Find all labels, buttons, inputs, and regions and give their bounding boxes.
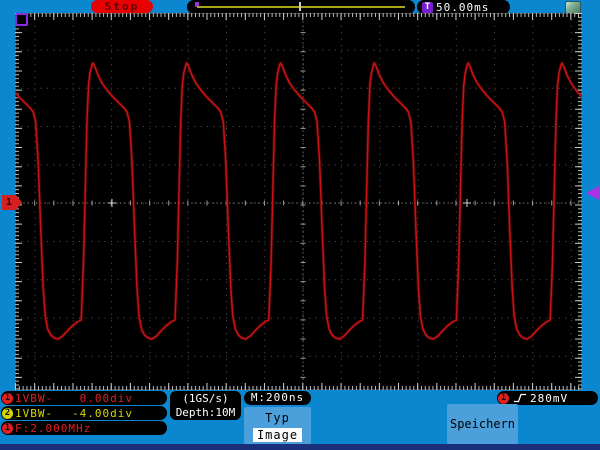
ch1-scale-label: 1VBW- [15, 391, 54, 405]
ch2-readout-row: 2 1VBW- -4.00div [1, 406, 167, 420]
trigger-level-value: 280mV [530, 391, 569, 405]
ch2-position-value: -4.00div [72, 406, 133, 420]
ch1-readout-row: 1 1VBW- 0.00div [1, 391, 167, 405]
trigger-source-badge: 1 [498, 392, 509, 404]
sample-rate-value: (1GS/s) [182, 392, 229, 405]
horizontal-offset-readout: T 50.00ms [417, 0, 510, 14]
trigger-horizontal-marker-icon [15, 13, 28, 26]
acquisition-readout: (1GS/s) Depth:10M [170, 391, 241, 420]
type-menu-button[interactable]: Typ Image [244, 407, 311, 444]
timebase-readout: M:200ns [244, 391, 311, 405]
run-state-badge: Stop [91, 0, 153, 13]
rising-edge-icon [514, 393, 526, 403]
ch2-scale-label: 1VBW- [15, 406, 54, 420]
type-menu-title: Typ [265, 411, 290, 425]
save-button[interactable]: Speichern [447, 404, 518, 444]
frequency-value: F:2.000MHz [15, 421, 92, 435]
waveform-plot [15, 13, 582, 390]
record-center-tick [299, 2, 301, 11]
ch2-badge: 2 [2, 407, 13, 419]
record-position-line [197, 6, 405, 8]
frequency-readout-row: 1 F:2.000MHz [1, 421, 167, 435]
type-menu-selected-value[interactable]: Image [252, 428, 303, 442]
bottom-edge-strip [0, 444, 600, 450]
graticule: 1 [2, 13, 599, 390]
trigger-t-icon: T [422, 1, 433, 13]
memory-depth-value: Depth:10M [175, 406, 236, 419]
trigger-readout: 1 280mV [497, 391, 598, 405]
ch1-badge: 1 [2, 392, 13, 404]
trigger-level-arrow-icon [586, 186, 599, 200]
ch1-position-value: 0.00div [79, 391, 133, 405]
record-position-bar [187, 0, 415, 14]
freq-badge: 1 [2, 422, 13, 434]
oscilloscope-screen: Stop T 50.00ms 1 1 1VBW- 0.00div 2 1VBW-… [0, 0, 600, 450]
save-button-label: Speichern [449, 417, 516, 431]
horizontal-offset-value: 50.00ms [436, 0, 490, 14]
